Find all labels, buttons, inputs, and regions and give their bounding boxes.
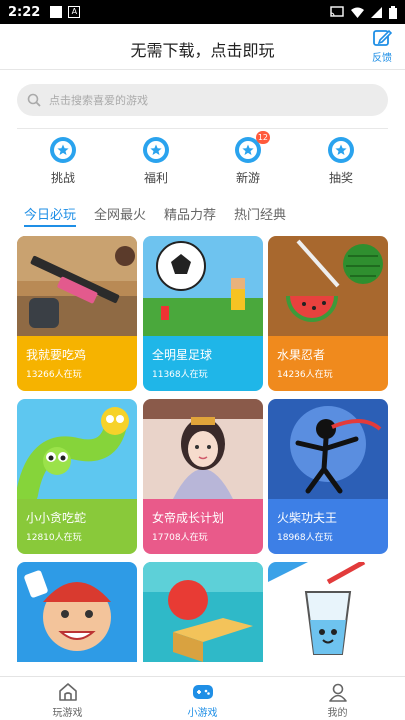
nav-mini-games[interactable]: 小游戏 [135,677,270,720]
star-badge-icon [143,137,169,163]
game-players: 13266人在玩 [26,370,82,380]
game-thumbnail [143,399,263,499]
nav-label: 我的 [327,708,348,719]
home-icon [58,683,77,701]
nav-label: 玩游戏 [52,708,83,719]
feedback-label: 反馈 [372,53,392,64]
quick-actions: 挑战 福利 12 新游 抽奖 [0,131,405,188]
search-bar[interactable] [17,84,388,116]
game-name: 小小贪吃蛇 [26,511,87,525]
star-badge-icon: 12 [235,131,270,163]
tab-today-must-play[interactable]: 今日必玩 [24,204,77,228]
divider [17,128,388,129]
nav-play-games[interactable]: 玩游戏 [0,677,135,720]
game-card-football[interactable]: 全明星足球 11368人在玩 [143,236,263,391]
quick-action-lottery[interactable]: 抽奖 [311,136,371,186]
star-badge-icon [328,137,354,163]
game-card-fruit-ninja[interactable]: 水果忍者 14236人在玩 [268,236,388,391]
star-badge-icon [50,137,76,163]
game-card-chicken[interactable]: 我就要吃鸡 13266人在玩 [17,236,137,391]
status-time: 2:22 [8,4,41,20]
game-thumbnail [268,399,388,499]
game-thumbnail [268,236,388,336]
gamepad-icon [192,685,213,699]
game-card-stickman[interactable]: 火柴功夫王 18968人在玩 [268,399,388,554]
game-name: 火柴功夫王 [277,511,338,525]
game-card-ball[interactable] [143,562,263,676]
tab-classics[interactable]: 热门经典 [234,204,286,228]
count-badge: 12 [255,131,270,144]
game-thumbnail [17,399,137,499]
game-info: 女帝成长计划 17708人在玩 [143,499,263,554]
game-info: 火柴功夫王 18968人在玩 [268,499,388,554]
quick-action-label: 新游 [235,171,260,185]
feedback-button[interactable]: 反馈 [367,28,397,64]
game-card-water-cup[interactable] [268,562,388,676]
quick-action-new-games[interactable]: 12 新游 [218,131,278,186]
game-players: 11368人在玩 [152,370,208,380]
game-players: 18968人在玩 [277,533,333,543]
game-name: 我就要吃鸡 [26,348,87,362]
notification-icon [50,6,63,18]
tab-hottest[interactable]: 全网最火 [94,204,146,228]
game-thumbnail [17,236,137,336]
nav-mine[interactable]: 我的 [270,677,405,720]
battery-icon [389,5,397,19]
game-info: 小小贪吃蛇 12810人在玩 [17,499,137,554]
game-players: 14236人在玩 [277,370,333,380]
game-card-mahjong[interactable] [17,562,137,676]
game-thumbnail [268,562,388,662]
search-icon [27,93,41,107]
status-bar: 2:22 A [0,0,405,24]
game-card-snake[interactable]: 小小贪吃蛇 12810人在玩 [17,399,137,554]
category-tabs: 今日必玩 全网最火 精品力荐 热门经典 [24,204,304,228]
quick-action-label: 挑战 [50,171,75,185]
quick-action-label: 福利 [143,171,168,185]
game-info: 全明星足球 11368人在玩 [143,336,263,391]
quick-action-welfare[interactable]: 福利 [126,136,186,186]
game-thumbnail [143,236,263,336]
nav-label: 小游戏 [187,708,218,719]
tab-recommended[interactable]: 精品力荐 [164,204,216,228]
app-header: 无需下载，点击即玩 反馈 [0,24,405,70]
game-name: 女帝成长计划 [152,511,225,525]
game-players: 12810人在玩 [26,533,82,543]
cast-icon [330,6,344,17]
game-players: 17708人在玩 [152,533,208,543]
quick-action-label: 抽奖 [328,171,353,185]
game-name: 水果忍者 [277,348,326,362]
edit-icon [373,29,392,46]
wifi-icon [351,7,364,18]
game-info: 水果忍者 14236人在玩 [268,336,388,391]
user-icon [328,683,347,702]
page-title: 无需下载，点击即玩 [130,41,275,60]
bottom-nav: 玩游戏 小游戏 我的 [0,676,405,720]
game-grid: 我就要吃鸡 13266人在玩 全明星足球 11368人在玩 水果忍者 14236… [17,236,389,676]
signal-icon [371,6,382,18]
game-thumbnail [143,562,263,662]
game-thumbnail [17,562,137,662]
game-card-empress[interactable]: 女帝成长计划 17708人在玩 [143,399,263,554]
game-info: 我就要吃鸡 13266人在玩 [17,336,137,391]
quick-action-challenge[interactable]: 挑战 [33,136,93,186]
game-name: 全明星足球 [152,348,213,362]
search-input[interactable] [49,93,349,107]
notification-a-icon: A [68,6,81,18]
